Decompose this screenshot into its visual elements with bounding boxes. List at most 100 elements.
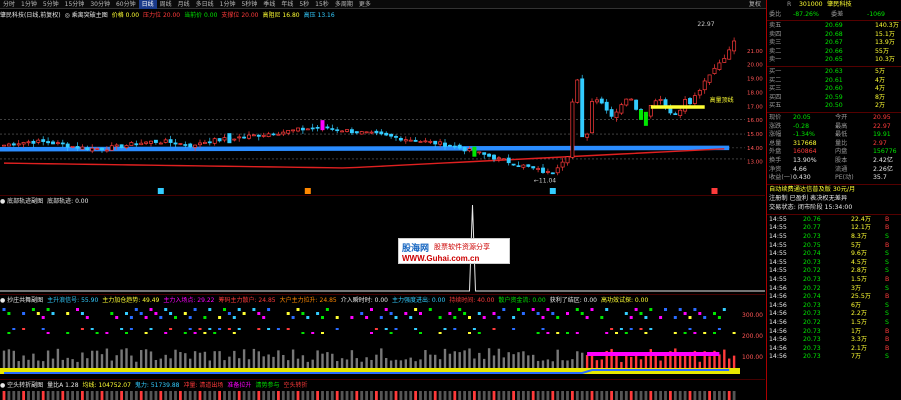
tick-time: 14:56 — [769, 301, 787, 309]
panel2-title[interactable]: ● 底部轨迹副图 — [0, 196, 47, 205]
bear-turn-bar — [228, 391, 231, 400]
candle-body — [291, 129, 296, 132]
stat-label: 外盘 — [769, 148, 782, 156]
tick-price: 20.73 — [803, 353, 821, 361]
period-tab[interactable]: 分时 — [0, 0, 18, 9]
tick-row: 14:55 20.74 9.6万 S — [767, 250, 901, 258]
candlestick-chart[interactable]: 22.97 ←11.04 高量顶线 21.00 20.00 19.00 18.00 17.00… — [0, 19, 765, 195]
candle-body — [36, 139, 41, 143]
period-tab[interactable]: 60分钟 — [113, 0, 139, 9]
signal-dash — [208, 308, 212, 311]
period-tab[interactable]: 5秒 — [296, 0, 312, 9]
indicator-value: 高功效试探: 0.00 — [601, 297, 649, 304]
ask-price: 20.67 — [825, 39, 843, 47]
candle-body — [389, 133, 394, 137]
bid-label: 买三 — [769, 85, 782, 93]
bottom-track-chart[interactable] — [0, 205, 765, 293]
candle-body — [198, 142, 202, 146]
p3-axis-label: 300.00 — [742, 312, 763, 319]
main-indicator-name[interactable]: ◎ 乘离突破主图 — [65, 10, 112, 19]
bear-turn-chart[interactable] — [0, 389, 765, 400]
period-tab[interactable]: 1分钟 — [18, 0, 40, 9]
period-tab[interactable]: 15分钟 — [62, 0, 88, 9]
bear-turn-bar — [654, 391, 658, 400]
p3-axis-label: 100.00 — [742, 354, 763, 361]
indicator-value: 准备拉升 — [227, 382, 252, 389]
candle-body — [300, 127, 305, 131]
period-tab[interactable]: 15秒 — [312, 0, 332, 9]
bear-turn-bar — [556, 391, 560, 400]
candle-body — [178, 143, 183, 145]
signal-dash — [624, 312, 628, 315]
stat-value: 2.26亿 — [873, 165, 893, 173]
tick-row: 14:56 20.73 6万 S — [767, 302, 901, 310]
bear-turn-bar — [272, 391, 275, 400]
signal-dash — [22, 328, 26, 330]
bear-turn-bar — [605, 391, 609, 400]
period-tab[interactable]: 年线 — [278, 0, 296, 9]
period-tab[interactable]: 日线 — [138, 0, 157, 9]
bear-turn-bar — [169, 391, 172, 400]
indicator-value: 支撑位 20.00 — [221, 12, 259, 19]
period-tab[interactable]: 周线 — [157, 0, 175, 9]
row-divider — [767, 213, 901, 215]
candle-body — [457, 144, 462, 149]
toolbar-action-button[interactable]: 复权 — [746, 0, 764, 9]
signal-dash — [129, 328, 133, 330]
signal-dash — [129, 316, 133, 319]
ask-row: 卖二 20.66 55万 — [767, 48, 901, 56]
bear-turn-bar — [468, 391, 471, 400]
signal-dash — [139, 312, 143, 315]
candle-body — [501, 158, 506, 161]
bear-turn-bar — [669, 391, 672, 400]
ask-row: 卖五 20.69 140.3万 — [767, 22, 901, 30]
bear-turn-bar — [727, 391, 731, 400]
indicator-value: 冲量: 清道出场 — [183, 382, 224, 389]
stat-label: PE(动) — [835, 174, 854, 182]
bid-label: 买一 — [769, 68, 782, 75]
tick-side: B — [885, 241, 890, 249]
stat-value: 20.95 — [873, 114, 891, 121]
panel3-title[interactable]: ● 抄庄共舞副图 — [0, 295, 47, 304]
bear-turn-bar — [154, 391, 158, 400]
signal-dash — [541, 328, 545, 330]
indicator-value: 压力位 20.00 — [143, 12, 181, 19]
ask-label: 卖一 — [769, 56, 782, 64]
signal-dash — [384, 328, 388, 330]
candle-body — [531, 166, 536, 169]
candle-body — [560, 161, 565, 168]
bear-turn-bar — [252, 391, 256, 400]
period-tab[interactable]: 季线 — [260, 0, 278, 9]
bid-price: 20.63 — [825, 68, 843, 75]
signal-candle — [472, 146, 477, 157]
candle-body — [2, 144, 6, 147]
period-tab[interactable]: 30分钟 — [87, 0, 113, 9]
panel3-infobar: ● 抄庄共舞副图 主升浪信号: 55.90 主力加仓趋势: 49.49 主力入场点:… — [0, 295, 765, 304]
bear-turn-bar — [139, 391, 143, 400]
indicator-value: 散户资金流: 0.00 — [498, 297, 546, 304]
period-tab[interactable]: 多周期 — [332, 0, 356, 9]
stat-value: -1.34% — [793, 131, 815, 139]
bear-turn-bar — [718, 391, 721, 400]
candle-body — [237, 136, 242, 139]
period-tab[interactable]: 5分钟 — [40, 0, 62, 9]
main-force-chart[interactable] — [0, 304, 765, 378]
period-tab[interactable]: 1分钟 — [217, 0, 239, 9]
signal-dash — [105, 332, 109, 334]
signal-dash — [125, 332, 128, 334]
candle-body — [585, 133, 590, 138]
bear-turn-bar — [193, 391, 197, 400]
period-tab[interactable]: 月线 — [175, 0, 193, 9]
period-tab[interactable]: 5秒钟 — [238, 0, 260, 9]
tick-volume: 9.6万 — [851, 250, 868, 258]
panel4-title[interactable]: ● 空头转折副图 — [0, 380, 47, 389]
period-tab[interactable]: 多日线 — [193, 0, 217, 9]
period-tab[interactable]: 更多 — [356, 0, 374, 9]
stat-value: 160864 — [793, 148, 817, 156]
signal-dash — [208, 328, 212, 330]
bear-turn-bar — [208, 391, 212, 400]
bear-turn-bar — [159, 391, 163, 400]
signal-dash — [306, 316, 310, 319]
signal-dash — [223, 308, 226, 311]
stat-label: 量比 — [835, 139, 848, 147]
